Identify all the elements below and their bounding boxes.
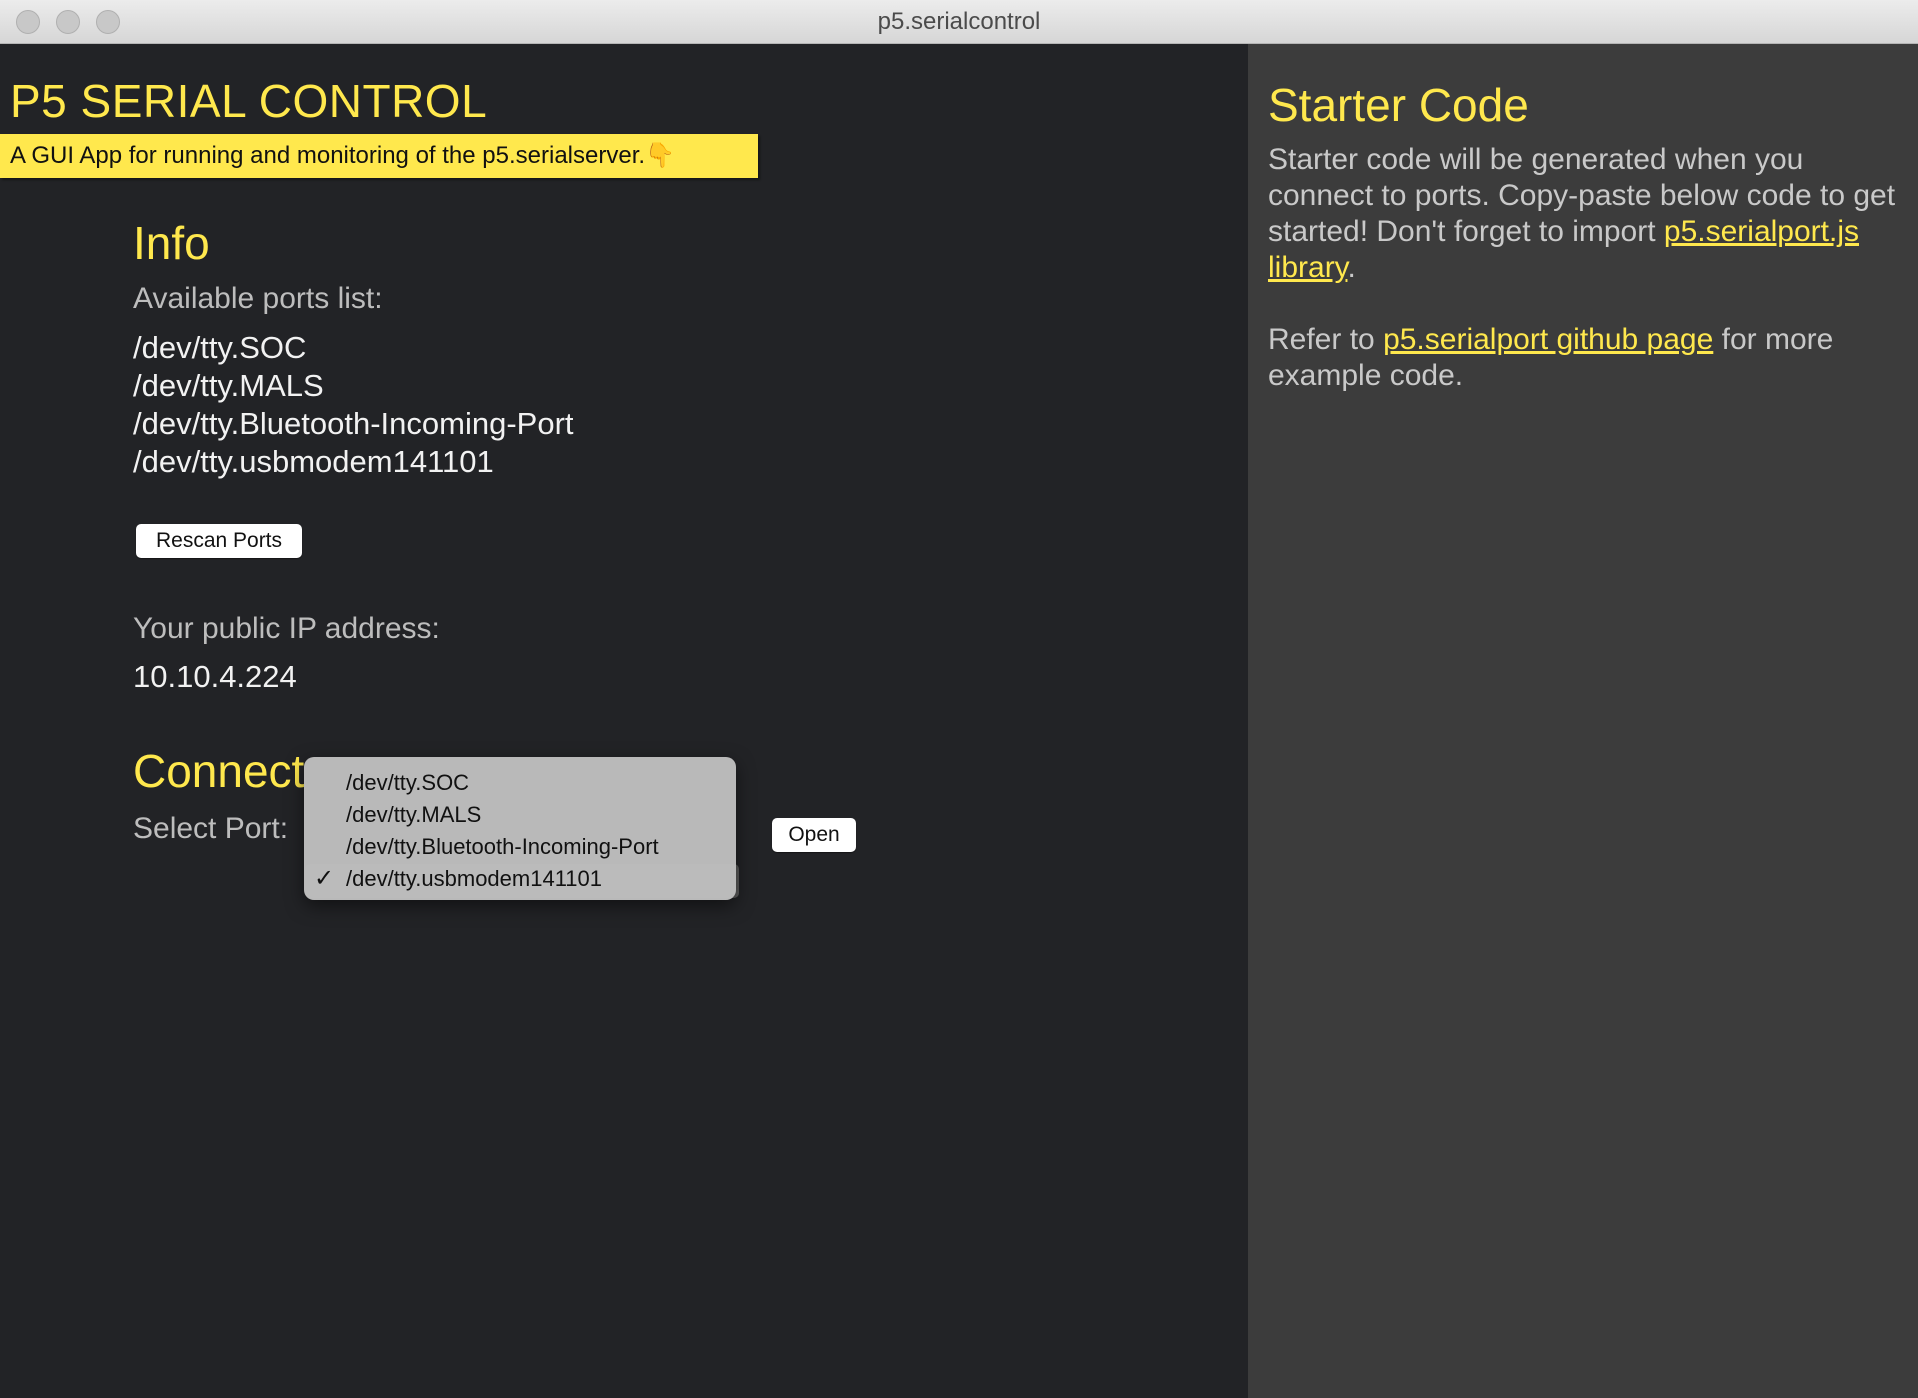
info-heading: Info <box>133 217 210 269</box>
port-item: /dev/tty.MALS <box>133 368 324 403</box>
right-panel: Starter Code Starter code will be genera… <box>1248 44 1918 1398</box>
dropdown-option[interactable]: /dev/tty.Bluetooth-Incoming-Port <box>304 831 736 863</box>
dropdown-option-selected[interactable]: ✓/dev/tty.usbmodem141101 <box>304 863 736 895</box>
ports-list: /dev/tty.SOC /dev/tty.MALS /dev/tty.Blue… <box>133 329 574 481</box>
connect-heading: Connect <box>133 745 305 797</box>
starter-code-heading: Starter Code <box>1268 79 1529 131</box>
port-dropdown-menu[interactable]: /dev/tty.SOC /dev/tty.MALS /dev/tty.Blue… <box>304 757 736 900</box>
rescan-ports-button[interactable]: Rescan Ports <box>136 524 302 558</box>
window-title: p5.serialcontrol <box>877 8 1041 35</box>
open-button[interactable]: Open <box>772 818 856 852</box>
dropdown-option[interactable]: /dev/tty.SOC <box>304 767 736 799</box>
p5-serialport-github-link[interactable]: p5.serialport github page <box>1383 323 1713 356</box>
starter-code-reference: Refer to p5.serialport github page for m… <box>1268 323 1834 392</box>
left-panel: P5 SERIAL CONTROL A GUI App for running … <box>0 44 1248 1398</box>
dropdown-option[interactable]: /dev/tty.MALS <box>304 799 736 831</box>
checkmark-icon: ✓ <box>314 865 335 892</box>
port-item: /dev/tty.usbmodem141101 <box>133 444 494 479</box>
port-item: /dev/tty.Bluetooth-Incoming-Port <box>133 406 574 441</box>
ip-value: 10.10.4.224 <box>133 659 297 694</box>
tagline-banner: A GUI App for running and monitoring of … <box>0 134 758 178</box>
ports-list-label: Available ports list: <box>133 282 383 315</box>
select-port-label: Select Port: <box>133 812 289 845</box>
title-bar: p5.serialcontrol <box>0 0 1918 44</box>
ip-label: Your public IP address: <box>133 612 440 645</box>
app-title: P5 SERIAL CONTROL <box>10 75 488 127</box>
port-item: /dev/tty.SOC <box>133 330 307 365</box>
starter-code-description: Starter code will be generated when you … <box>1268 143 1896 284</box>
